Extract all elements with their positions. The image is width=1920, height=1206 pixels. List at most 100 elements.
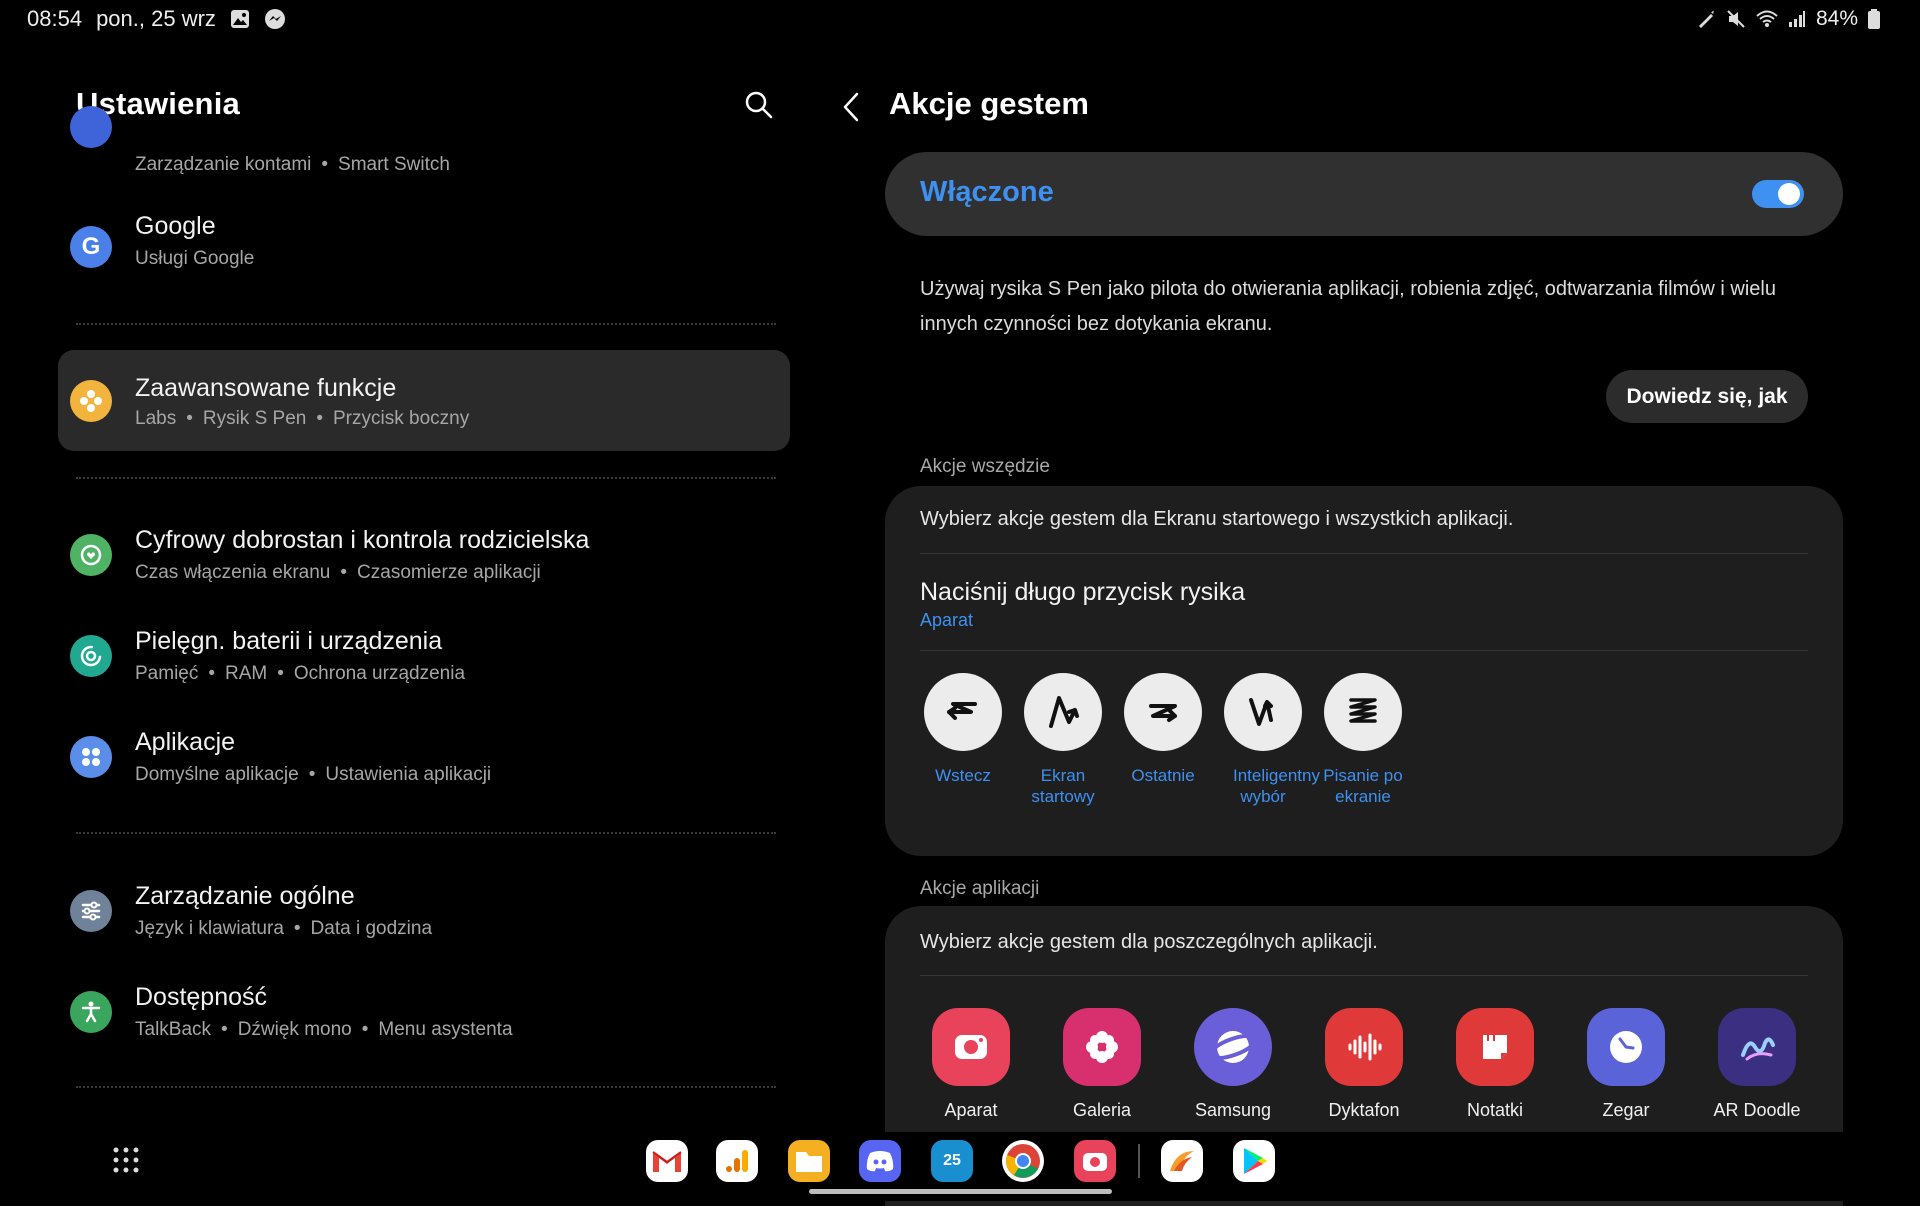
gesture-smart-select-icon	[1224, 673, 1302, 751]
my-files-icon[interactable]	[788, 1140, 830, 1182]
device-care-icon	[70, 635, 112, 677]
settings-item-title: Zaawansowane funkcje	[135, 374, 397, 402]
calendar-icon[interactable]: 25	[931, 1140, 973, 1182]
settings-item-google[interactable]: G Google Usługi Google	[60, 198, 790, 294]
gmail-icon[interactable]	[646, 1140, 688, 1182]
settings-item-title: Aplikacje	[135, 728, 236, 756]
settings-item-subtitle: Pamięć • RAM • Ochrona urządzenia	[135, 663, 466, 684]
ar-doodle-app-icon	[1718, 1008, 1796, 1086]
wifi-icon	[1756, 9, 1778, 29]
camera-dock-icon[interactable]	[1074, 1140, 1116, 1182]
discord-icon[interactable]	[859, 1140, 901, 1182]
gesture-screen-write-icon	[1324, 673, 1402, 751]
spen-icon	[1696, 9, 1716, 29]
battery-percent: 84%	[1815, 7, 1858, 30]
settings-item-subtitle: Domyślne aplikacje • Ustawienia aplikacji	[135, 764, 492, 785]
gesture-recents[interactable]: Ostatnie	[1113, 673, 1213, 786]
status-date: pon., 25 wrz	[96, 6, 216, 31]
anywhere-description: Wybierz akcje gestem dla Ekranu startowe…	[920, 508, 1514, 530]
analytics-icon[interactable]	[716, 1140, 758, 1182]
app-label: Notatki Samsung	[1457, 1100, 1533, 1122]
advanced-features-icon	[70, 380, 112, 422]
gesture-home-icon	[1024, 673, 1102, 751]
app-label: Galeria	[1072, 1100, 1132, 1120]
status-bar-left: 08:54 pon., 25 wrz	[27, 6, 286, 32]
page-title: Akcje gestem	[889, 86, 1089, 121]
settings-item-title: Cyfrowy dobrostan i kontrola rodzicielsk…	[135, 526, 590, 554]
learn-how-button[interactable]: Dowiedz się, jak	[1606, 370, 1808, 423]
gesture-screen-write[interactable]: Pisanie po ekranie	[1313, 673, 1413, 807]
app-label: Dyktafon	[1328, 1100, 1400, 1120]
signal-icon	[1788, 10, 1806, 28]
app-label: AR Doodle	[1713, 1100, 1801, 1120]
gesture-label: Ostatnie	[1131, 766, 1195, 785]
card-divider	[920, 975, 1808, 976]
app-actions-description: Wybierz akcje gestem dla poszczególnych …	[920, 931, 1378, 953]
apps-icon	[70, 736, 112, 778]
app-action-samsung-notes[interactable]: Notatki Samsung	[1435, 1008, 1555, 1122]
settings-item-subtitle: Czas włączenia ekranu • Czasomierze aplika…	[135, 562, 541, 583]
google-icon: G	[70, 226, 112, 268]
app-action-voice-recorder[interactable]: Dyktafon	[1304, 1008, 1424, 1122]
app-label: Samsung Internet	[1194, 1100, 1272, 1122]
apps-drawer-icon[interactable]	[112, 1146, 140, 1174]
gesture-recents-icon	[1124, 673, 1202, 751]
section-label-anywhere: Akcje wszędzie	[920, 456, 1050, 477]
settings-item-title: Dostępność	[135, 983, 268, 1011]
toggle-knob	[1778, 183, 1800, 205]
mute-icon	[1726, 9, 1746, 29]
master-toggle-switch[interactable]	[1752, 180, 1804, 208]
settings-item-accessibility[interactable]: Dostępność TalkBack • Dźwięk mono • Menu asy…	[60, 973, 790, 1069]
card-divider	[920, 650, 1808, 651]
gesture-smart-select[interactable]: Inteligentny wybór	[1213, 673, 1320, 807]
section-divider	[76, 477, 776, 479]
settings-item-advanced-features[interactable]: Zaawansowane funkcje Labs • Rysik S Pen • Pr…	[58, 350, 790, 451]
card-divider	[920, 553, 1808, 554]
settings-item-title: Zarządzanie ogólne	[135, 882, 355, 910]
app-action-camera[interactable]: Aparat	[911, 1008, 1031, 1122]
section-divider	[76, 323, 776, 325]
voice-recorder-app-icon	[1325, 1008, 1403, 1086]
section-divider	[76, 1086, 776, 1088]
gesture-label: Pisanie po ekranie	[1323, 766, 1403, 806]
messenger-icon	[264, 8, 286, 30]
image-icon	[230, 9, 250, 29]
settings-item-general-management[interactable]: Zarządzanie ogólne Język i klawiatura • Da…	[60, 872, 790, 968]
settings-item-device-care[interactable]: Pielęgn. baterii i urządzenia Pamięć • RAM…	[60, 617, 790, 713]
play-store-icon[interactable]	[1233, 1140, 1275, 1182]
search-icon[interactable]	[744, 90, 774, 120]
settings-item-accounts[interactable]: Zarządzanie kontami • Smart Switch	[60, 106, 790, 180]
settings-item-digital-wellbeing[interactable]: Cyfrowy dobrostan i kontrola rodzicielsk…	[60, 516, 790, 612]
general-management-icon	[70, 890, 112, 932]
gesture-label: Inteligentny wybór	[1233, 766, 1320, 806]
app-label: Aparat	[944, 1100, 998, 1120]
chrome-icon[interactable]	[1002, 1140, 1044, 1182]
clock-app-icon	[1587, 1008, 1665, 1086]
feature-description: Używaj rysika S Pen jako pilota do otwie…	[920, 278, 1776, 335]
gesture-home[interactable]: Ekran startowy	[1013, 673, 1113, 807]
app-action-ar-doodle[interactable]: AR Doodle	[1697, 1008, 1817, 1122]
gesture-back-icon	[924, 673, 1002, 751]
press-and-hold-title[interactable]: Naciśnij długo przycisk rysika	[920, 578, 1245, 607]
app-action-samsung-internet[interactable]: Samsung Internet	[1173, 1008, 1293, 1122]
settings-item-title: Google	[135, 212, 216, 240]
app-action-gallery[interactable]: Galeria	[1042, 1008, 1162, 1122]
app-action-clock[interactable]: Zegar	[1566, 1008, 1686, 1122]
gesture-back[interactable]: Wstecz	[913, 673, 1013, 786]
settings-item-subtitle: TalkBack • Dźwięk mono • Menu asystenta	[135, 1019, 513, 1040]
app-label: Zegar	[1602, 1100, 1650, 1120]
battery-icon	[1868, 9, 1880, 29]
settings-item-subtitle: Usługi Google	[135, 248, 255, 269]
dock-separator	[1138, 1144, 1140, 1178]
home-indicator[interactable]	[809, 1189, 1112, 1194]
section-divider	[76, 832, 776, 834]
accounts-icon	[70, 106, 112, 148]
accessibility-icon	[70, 991, 112, 1033]
settings-item-apps[interactable]: Aplikacje Domyślne aplikacje • Ustawienia …	[60, 718, 790, 814]
swiftkey-icon[interactable]	[1161, 1140, 1203, 1182]
press-and-hold-value: Aparat	[920, 610, 974, 630]
back-arrow-icon[interactable]	[840, 90, 864, 124]
status-bar-right: 84%	[1696, 6, 1880, 32]
gallery-app-icon	[1063, 1008, 1141, 1086]
gesture-label: Ekran startowy	[1031, 766, 1095, 806]
